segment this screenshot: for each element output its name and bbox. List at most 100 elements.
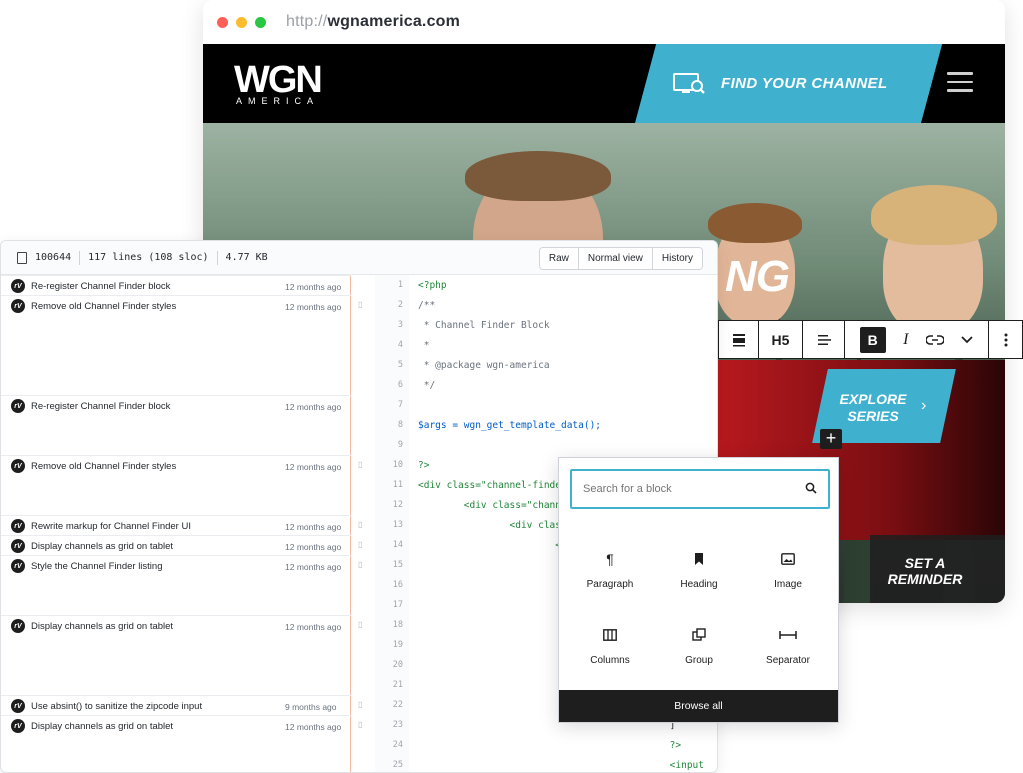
more-options-button[interactable]: [989, 321, 1022, 358]
set-reminder-button[interactable]: SET A REMINDER: [883, 555, 967, 587]
avatar[interactable]: rV: [11, 619, 25, 633]
blame-row[interactable]: rV Rewrite markup for Channel Finder UI 12…: [1, 515, 351, 535]
text-align-button[interactable]: [803, 321, 845, 358]
blame-prior-icon[interactable]: ▯: [358, 300, 362, 309]
file-icon: [17, 251, 27, 264]
line-number[interactable]: 7: [375, 400, 403, 410]
line-number[interactable]: 22: [375, 700, 403, 710]
block-group[interactable]: Group: [654, 624, 744, 666]
align-wide-button[interactable]: [719, 321, 759, 358]
find-channel-button[interactable]: FIND YOUR CHANNEL: [673, 44, 888, 123]
block-paragraph[interactable]: ¶ Paragraph: [565, 548, 655, 590]
line-number[interactable]: 4: [375, 340, 403, 350]
line-number[interactable]: 6: [375, 380, 403, 390]
heading-level-button[interactable]: H5: [759, 321, 803, 358]
chevron-right-icon: ›: [921, 397, 927, 414]
avatar[interactable]: rV: [11, 699, 25, 713]
search-icon[interactable]: [805, 482, 817, 494]
avatar[interactable]: rV: [11, 559, 25, 573]
commit-message[interactable]: Remove old Channel Finder styles: [31, 301, 176, 312]
avatar[interactable]: rV: [11, 519, 25, 533]
avatar[interactable]: rV: [11, 459, 25, 473]
line-number[interactable]: 11: [375, 480, 403, 490]
code-line: <?php: [418, 280, 447, 291]
blame-prior-icon[interactable]: ▯: [358, 720, 362, 729]
blame-row[interactable]: rV Remove old Channel Finder styles 12 mon…: [1, 455, 351, 515]
avatar[interactable]: rV: [11, 399, 25, 413]
avatar[interactable]: rV: [11, 279, 25, 293]
italic-button[interactable]: I: [903, 331, 908, 349]
commit-message[interactable]: Use absint() to sanitize the zipcode inp…: [31, 701, 202, 712]
block-search-input[interactable]: [583, 470, 793, 507]
url-field[interactable]: http://wgnamerica.com: [286, 13, 460, 31]
raw-button[interactable]: Raw: [539, 248, 579, 269]
line-number[interactable]: 5: [375, 360, 403, 370]
blame-row[interactable]: rV Display channels as grid on tablet 12 m…: [1, 535, 351, 555]
block-image[interactable]: Image: [743, 548, 833, 590]
block-columns[interactable]: Columns: [565, 624, 655, 666]
commit-time: 12 months ago: [285, 562, 342, 572]
code-line: $args = wgn_get_template_data();: [418, 420, 602, 431]
commit-message[interactable]: Display channels as grid on tablet: [31, 621, 173, 632]
line-number[interactable]: 20: [375, 660, 403, 670]
minimize-window-icon[interactable]: [236, 16, 247, 28]
commit-message[interactable]: Re-register Channel Finder block: [31, 401, 170, 412]
link-icon[interactable]: [925, 334, 944, 346]
line-number[interactable]: 16: [375, 580, 403, 590]
line-number[interactable]: 13: [375, 520, 403, 530]
line-number[interactable]: 19: [375, 640, 403, 650]
line-number[interactable]: 10: [375, 460, 403, 470]
line-number[interactable]: 15: [375, 560, 403, 570]
blame-row[interactable]: rV Re-register Channel Finder block 12 mon…: [1, 395, 351, 455]
line-number[interactable]: 2: [375, 300, 403, 310]
line-number[interactable]: 17: [375, 600, 403, 610]
person-hair: [871, 185, 997, 245]
blame-row[interactable]: rV Re-register Channel Finder block 12 mon…: [1, 275, 351, 295]
hamburger-menu-icon[interactable]: [947, 72, 973, 92]
blame-prior-icon[interactable]: ▯: [358, 560, 362, 569]
blame-prior-icon[interactable]: ▯: [358, 540, 362, 549]
blame-prior-icon[interactable]: ▯: [358, 460, 362, 469]
line-number[interactable]: 21: [375, 680, 403, 690]
commit-time: 12 months ago: [285, 522, 342, 532]
commit-message[interactable]: Display channels as grid on tablet: [31, 721, 173, 732]
line-number[interactable]: 24: [375, 740, 403, 750]
commit-message[interactable]: Remove old Channel Finder styles: [31, 461, 176, 472]
close-window-icon[interactable]: [217, 16, 228, 28]
avatar[interactable]: rV: [11, 719, 25, 733]
browse-all-button[interactable]: Browse all: [559, 690, 838, 722]
avatar[interactable]: rV: [11, 299, 25, 313]
block-separator[interactable]: Separator: [743, 624, 833, 666]
maximize-window-icon[interactable]: [255, 16, 266, 28]
commit-message[interactable]: Re-register Channel Finder block: [31, 281, 170, 292]
commit-message[interactable]: Rewrite markup for Channel Finder UI: [31, 521, 191, 532]
block-heading[interactable]: Heading: [654, 548, 744, 590]
avatar[interactable]: rV: [11, 539, 25, 553]
line-number[interactable]: 3: [375, 320, 403, 330]
line-number[interactable]: 23: [375, 720, 403, 730]
blame-row[interactable]: rV Display channels as grid on tablet 12 m…: [1, 615, 351, 695]
explore-series-button[interactable]: EXPLORE SERIES: [837, 391, 909, 425]
line-number[interactable]: 8: [375, 420, 403, 430]
line-number[interactable]: 18: [375, 620, 403, 630]
line-number[interactable]: 1: [375, 280, 403, 290]
wgn-logo[interactable]: WGN AMERICA: [234, 59, 323, 106]
blame-prior-icon[interactable]: ▯: [358, 520, 362, 529]
line-number[interactable]: 25: [375, 760, 403, 770]
logo-main-text: WGN: [234, 59, 323, 101]
line-number[interactable]: 14: [375, 540, 403, 550]
commit-message[interactable]: Style the Channel Finder listing: [31, 561, 163, 572]
blame-row[interactable]: rV Use absint() to sanitize the zipcode i…: [1, 695, 351, 715]
bold-button[interactable]: B: [859, 326, 886, 353]
line-number[interactable]: 12: [375, 500, 403, 510]
blame-row[interactable]: rV Display channels as grid on tablet 12 m…: [1, 715, 351, 772]
blame-prior-icon[interactable]: ▯: [358, 700, 362, 709]
blame-row[interactable]: rV Style the Channel Finder listing 12 mon…: [1, 555, 351, 615]
line-number[interactable]: 9: [375, 440, 403, 450]
add-block-plus-icon[interactable]: +: [820, 429, 842, 449]
blame-prior-icon[interactable]: ▯: [358, 620, 362, 629]
commit-message[interactable]: Display channels as grid on tablet: [31, 541, 173, 552]
normal-view-button[interactable]: Normal view: [578, 248, 653, 269]
history-button[interactable]: History: [652, 248, 702, 269]
chevron-down-icon[interactable]: [961, 335, 973, 344]
